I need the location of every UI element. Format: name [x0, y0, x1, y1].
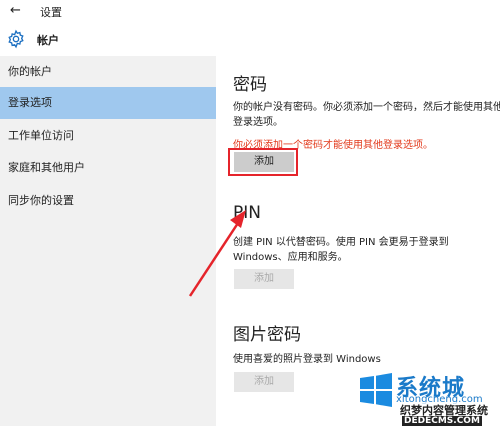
gear-icon	[8, 29, 24, 49]
watermark-domain: DEDECMS.COM	[402, 416, 482, 426]
add-password-button[interactable]: 添加	[234, 152, 294, 172]
window-title: 设置	[40, 6, 62, 19]
back-arrow-icon[interactable]: ←	[10, 3, 21, 18]
pin-description: 创建 PIN 以代替密码。使用 PIN 会更易于登录到 Windows、应用和服…	[233, 237, 449, 263]
password-description: 你的帐户没有密码。你必须添加一个密码，然后才能使用其他登录选项。	[233, 102, 500, 128]
title-bar: ← 设置	[0, 0, 500, 22]
sidebar: 你的帐户 登录选项 工作单位访问 家庭和其他用户 同步你的设置	[0, 56, 216, 426]
sidebar-item-sign-in-options[interactable]: 登录选项	[0, 87, 216, 119]
sidebar-item-your-account[interactable]: 你的帐户	[0, 56, 216, 88]
add-picture-password-button[interactable]: 添加	[234, 372, 294, 392]
page-header: 帐户	[0, 22, 500, 56]
sidebar-item-work-access[interactable]: 工作单位访问	[0, 120, 216, 152]
windows-logo-icon	[360, 373, 392, 407]
watermark: 系统城 xitongcheng.com 织梦内容管理系统 DEDECMS.COM	[356, 368, 500, 426]
password-heading: 密码	[233, 75, 267, 95]
picture-password-heading: 图片密码	[233, 325, 301, 345]
sidebar-item-sync-settings[interactable]: 同步你的设置	[0, 185, 216, 217]
section-title: 帐户	[37, 34, 59, 47]
add-pin-button[interactable]: 添加	[234, 269, 294, 289]
sidebar-item-family-other-users[interactable]: 家庭和其他用户	[0, 152, 216, 184]
pin-heading: PIN	[233, 203, 261, 223]
picture-password-description: 使用喜爱的照片登录到 Windows	[233, 354, 381, 365]
